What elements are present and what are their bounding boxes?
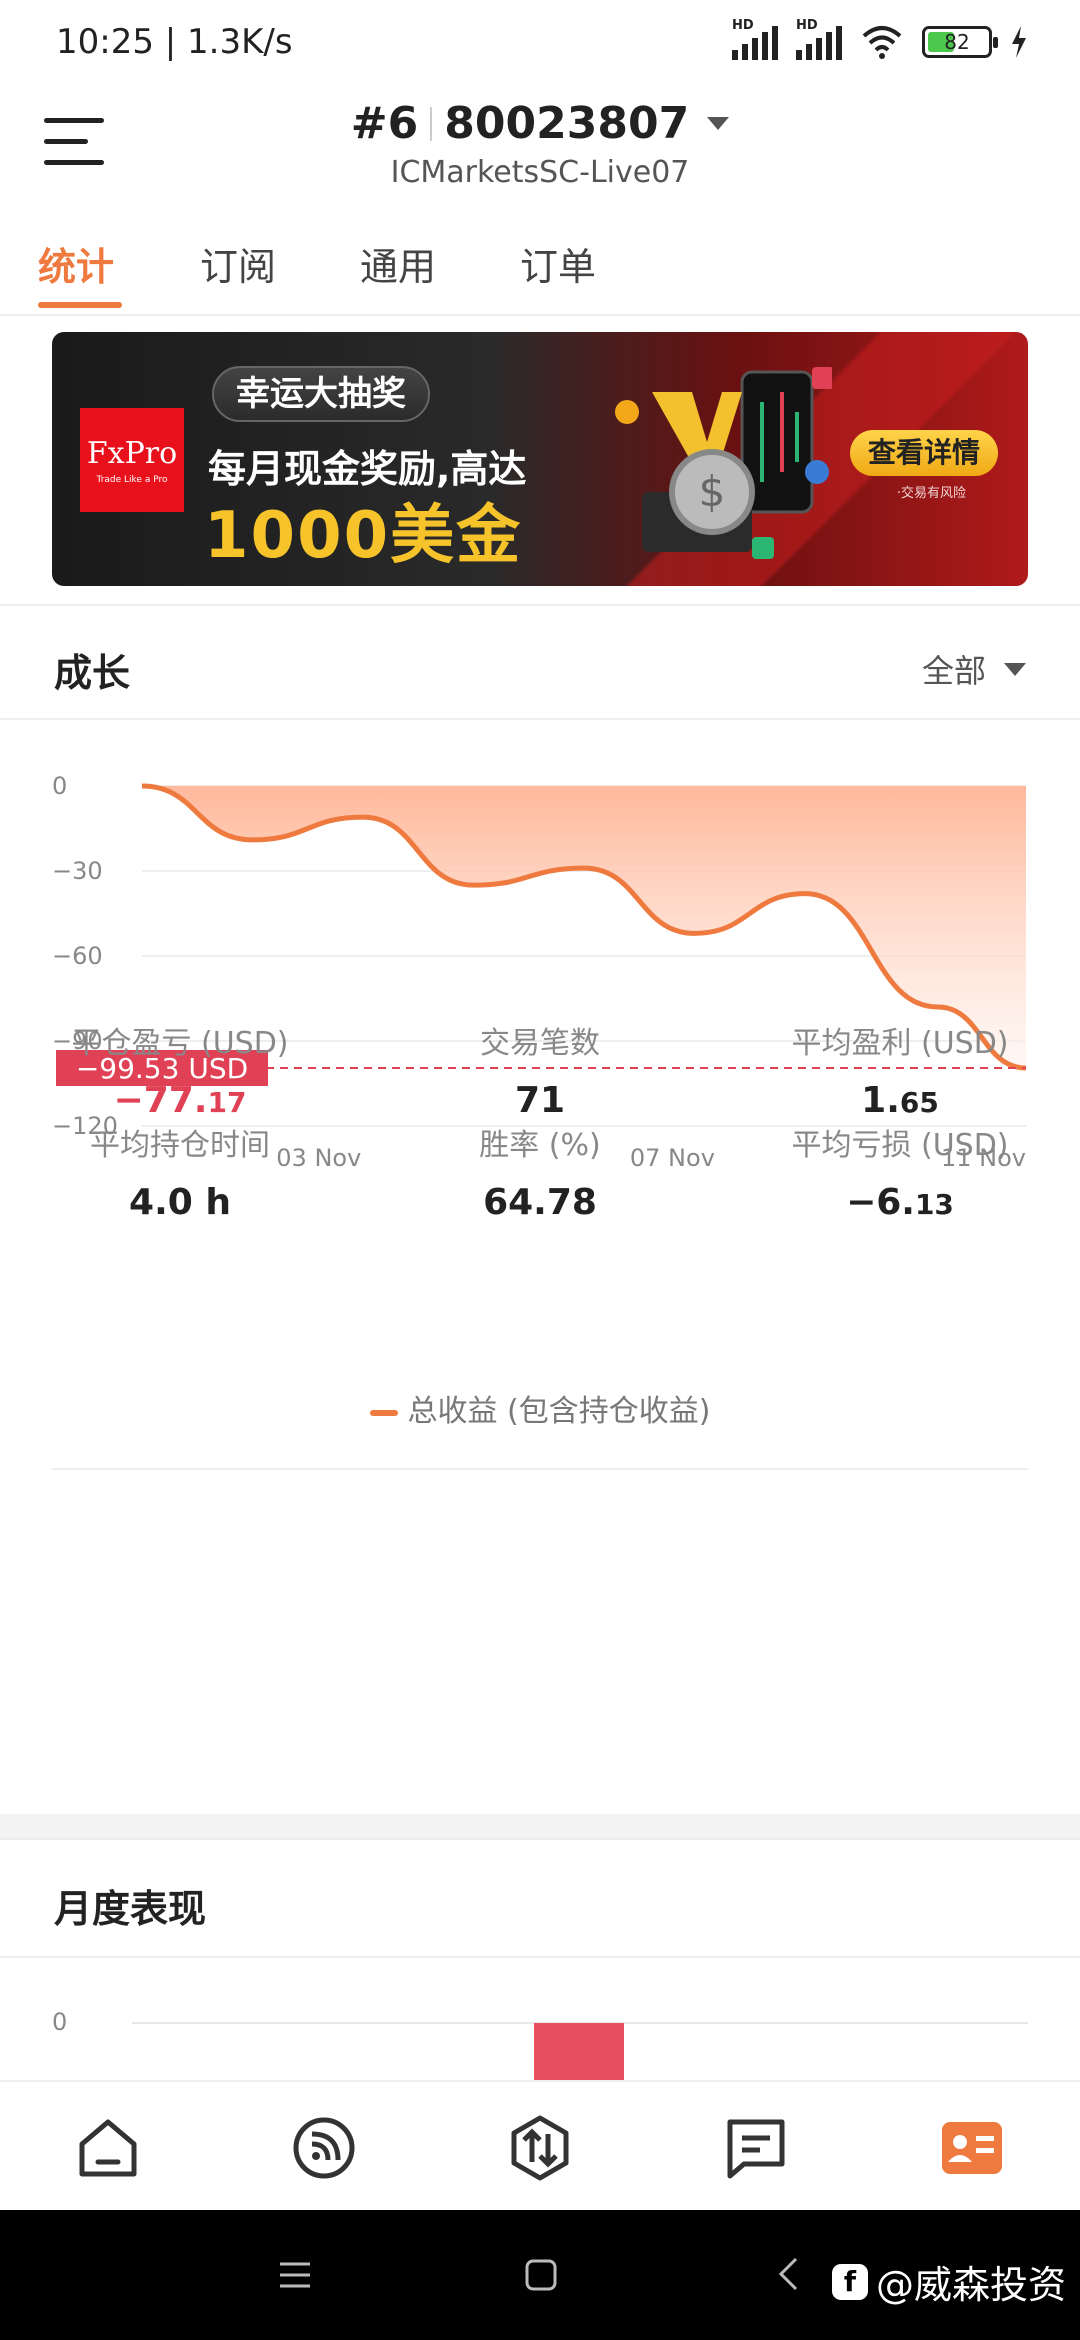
stat-value: 1.65 — [720, 1080, 1080, 1121]
stat-label: 平均盈利 (USD) — [791, 1026, 1009, 1061]
y-tick-label: −60 — [52, 942, 103, 970]
stat-value-decimals: 17 — [207, 1086, 247, 1119]
legend-label: 总收益 (包含持仓收益) — [407, 1394, 711, 1429]
tab-general[interactable]: 通用 — [360, 236, 436, 291]
stat-label: 平均持仓时间 — [90, 1128, 270, 1163]
monthly-card: 月度表现 0 — [0, 1838, 1080, 2080]
status-icons: HD HD 82 — [732, 18, 1028, 60]
stat-label: 交易笔数 — [480, 1026, 600, 1061]
banner-area: FxPro Trade Like a Pro 幸运大抽奖 每月现金奖励,高达 1… — [0, 316, 1080, 604]
battery-icon: 82 — [922, 26, 998, 58]
cell-signal-2-icon: HD — [796, 18, 842, 60]
stat-item: 平仓盈亏 (USD) −77.17 — [0, 1018, 360, 1121]
chevron-down-icon — [707, 117, 730, 130]
monthly-title: 月度表现 — [54, 1887, 207, 1931]
banner-pill: 幸运大抽奖 — [212, 366, 430, 422]
banner-details-button[interactable]: 查看详情 — [849, 430, 998, 476]
stat-label: 平均亏损 (USD) — [791, 1128, 1009, 1163]
back-icon[interactable] — [776, 2256, 800, 2292]
nav-messages[interactable] — [720, 2112, 792, 2184]
nav-signals[interactable] — [288, 2112, 360, 2184]
period-filter-dropdown[interactable]: 全部 — [922, 646, 1026, 692]
stat-value-decimals: 13 — [914, 1188, 954, 1221]
tab-subscribe[interactable]: 订阅 — [200, 236, 276, 291]
growth-card: 成长 全部 0 −30 −60 −90 −120 03 Nov 07 Nov 11 Nov −9… — [0, 604, 1080, 1814]
tab-orders[interactable]: 订单 — [520, 236, 596, 291]
growth-title: 成长 — [54, 651, 131, 695]
wifi-icon — [862, 26, 902, 59]
cell-signal-icon: HD — [732, 18, 778, 60]
chart-legend: 总收益 (包含持仓收益) — [0, 1386, 1080, 1430]
y-tick-label: 0 — [52, 772, 67, 800]
profile-card-icon — [942, 2122, 1002, 2174]
stat-label: 平仓盈亏 (USD) — [71, 1026, 289, 1061]
nav-trade[interactable] — [504, 2112, 576, 2184]
stat-value-main: −77. — [113, 1080, 208, 1121]
watermark-text: @威森投资 — [875, 2263, 1066, 2307]
nav-home[interactable] — [72, 2112, 144, 2184]
system-nav-bar: f @威森投资 — [0, 2210, 1080, 2340]
stat-value: 71 — [360, 1080, 720, 1121]
stat-value: −6.13 — [720, 1182, 1080, 1223]
account-separator — [430, 106, 433, 141]
stat-value-main: 1. — [861, 1080, 900, 1121]
stat-label: 胜率 (%) — [479, 1128, 601, 1163]
home-button-icon[interactable] — [524, 2258, 558, 2292]
recent-apps-icon[interactable] — [278, 2260, 312, 2290]
promo-banner[interactable]: FxPro Trade Like a Pro 幸运大抽奖 每月现金奖励,高达 1… — [52, 332, 1028, 586]
svg-text:$: $ — [699, 467, 726, 516]
account-selector[interactable]: #6 80023807 ICMarketsSC-Live07 — [0, 96, 1080, 190]
banner-amount: 1000美金 — [204, 499, 523, 573]
battery-level: 82 — [944, 30, 970, 54]
hd-label-2: HD — [796, 18, 818, 33]
stat-value-main: 71 — [514, 1080, 566, 1121]
stat-value: 4.0 h — [0, 1182, 360, 1223]
period-filter-value: 全部 — [921, 652, 986, 690]
stat-value: −77.17 — [0, 1080, 360, 1121]
trade-icon — [511, 2115, 569, 2181]
monthly-y-zero: 0 — [52, 2008, 68, 2036]
stat-item: 胜率 (%) 64.78 — [360, 1120, 720, 1223]
stat-value: 64.78 — [360, 1182, 720, 1223]
signal-icon — [293, 2117, 355, 2179]
fxpro-tagline: Trade Like a Pro — [96, 475, 168, 485]
bottom-nav — [0, 2080, 1080, 2210]
y-tick-label: −30 — [52, 857, 103, 885]
tab-active-indicator — [38, 302, 122, 308]
stat-value-main: 4.0 h — [129, 1182, 231, 1223]
stat-item: 平均盈利 (USD) 1.65 — [720, 1018, 1080, 1121]
stat-value-decimals: 65 — [899, 1086, 939, 1119]
chevron-down-icon — [1004, 662, 1026, 676]
messages-icon — [727, 2119, 785, 2179]
fxpro-logo: FxPro Trade Like a Pro — [80, 408, 184, 512]
fxpro-logo-text: FxPro — [86, 436, 178, 471]
monthly-bar[interactable] — [534, 2023, 624, 2080]
nav-profile[interactable] — [936, 2112, 1008, 2184]
facebook-logo-icon: f — [831, 2263, 868, 2300]
account-number: #6 — [350, 98, 419, 149]
banner-risk-note: ·交易有风险 — [896, 486, 966, 501]
coins-illustration-icon: $ — [615, 367, 832, 559]
legend-swatch — [369, 1409, 398, 1416]
stat-item: 平均持仓时间 4.0 h — [0, 1120, 360, 1223]
account-server: ICMarketsSC-Live07 — [390, 155, 690, 190]
stat-item: 平均亏损 (USD) −6.13 — [720, 1120, 1080, 1223]
tab-statistics[interactable]: 统计 — [38, 236, 114, 291]
stat-item: 交易笔数 71 — [360, 1018, 720, 1121]
charging-icon — [1012, 26, 1026, 58]
app-header: #6 80023807 ICMarketsSC-Live07 — [0, 96, 1080, 206]
hd-label: HD — [732, 18, 754, 33]
account-id: 80023807 — [444, 98, 690, 149]
tab-bar: 统计 订阅 通用 订单 — [0, 206, 1080, 316]
watermark: f @威森投资 — [831, 2254, 1066, 2309]
status-bar: 10:25 | 1.3K/s HD HD 82 — [0, 0, 1080, 96]
status-time: 10:25 | 1.3K/s — [56, 22, 293, 62]
stat-value-main: 64.78 — [483, 1182, 597, 1223]
stat-value-main: −6. — [846, 1182, 915, 1223]
home-icon — [79, 2119, 137, 2177]
